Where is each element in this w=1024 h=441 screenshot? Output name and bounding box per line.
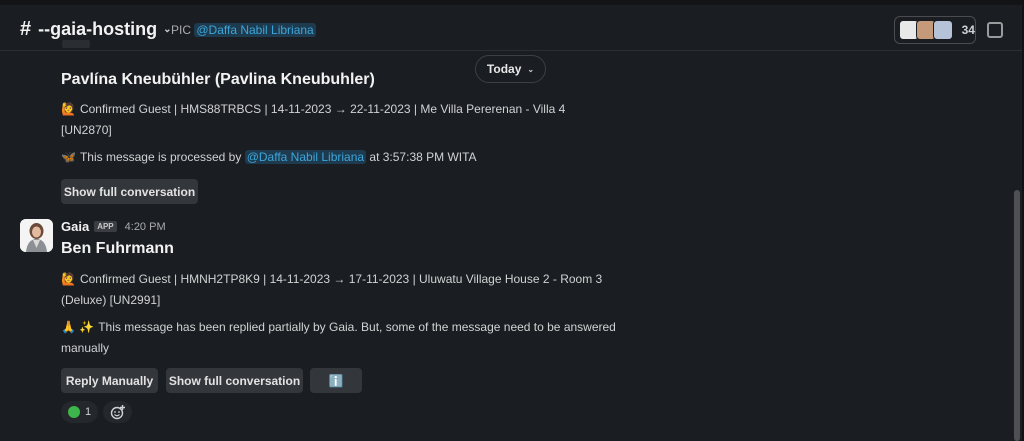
hash-icon: #: [20, 18, 32, 40]
message-title: Pavlína Kneubühler (Pavlina Kneubuhler): [61, 71, 375, 88]
processed-status: 🦋 This message is processed by @Daffa Nab…: [61, 147, 621, 168]
topic-label: PIC: [171, 23, 192, 37]
gaia-avatar-image: [20, 219, 53, 252]
message-sender-row: Gaia APP 4:20 PM: [61, 219, 166, 234]
scrollbar[interactable]: [1014, 190, 1020, 441]
canvas-icon[interactable]: [987, 22, 1003, 38]
channel-topic: PIC @Daffa Nabil Libriana: [171, 23, 316, 37]
raising-hand-icon: 🙋: [61, 102, 76, 116]
green-circle-icon: [67, 406, 80, 418]
raising-hand-icon: 🙋: [61, 272, 76, 286]
booking-details: 🙋 Confirmed Guest | HMS88TRBCS | 14-11-20…: [61, 99, 621, 141]
show-full-conversation-button[interactable]: Show full conversation: [166, 368, 303, 393]
reaction-count: 1: [84, 406, 92, 418]
info-icon: ℹ️: [328, 373, 344, 388]
booking-unit: [UN2870]: [61, 123, 112, 137]
members-button[interactable]: 34: [894, 16, 976, 44]
avatar[interactable]: [20, 219, 53, 252]
show-full-conversation-button[interactable]: Show full conversation: [61, 179, 198, 204]
member-count: 34: [961, 23, 975, 37]
praying-sparkles-icon: 🙏 ✨: [61, 320, 95, 334]
booking-details: 🙋 Confirmed Guest | HMNH2TP8K9 | 14-11-20…: [61, 269, 621, 311]
note-line-2: manually: [61, 341, 110, 355]
add-emoji-icon: [110, 405, 125, 420]
channel-header: # --gaia-hosting ⌄ PIC @Daffa Nabil Libr…: [0, 5, 1022, 51]
note-line: This message has been replied partially …: [98, 320, 616, 334]
app-badge: APP: [94, 221, 117, 232]
message-title: Ben Fuhrmann: [61, 240, 174, 257]
status-mention-link[interactable]: @Daffa Nabil Libriana: [244, 150, 367, 164]
reply-status-note: 🙏 ✨ This message has been replied partial…: [61, 317, 621, 359]
booking-line: Confirmed Guest | HMNH2TP8K9 | 14-11-202…: [79, 272, 603, 286]
add-reaction-button[interactable]: [103, 401, 132, 423]
member-avatar: [932, 20, 953, 40]
channel-name: --gaia-hosting: [38, 19, 158, 39]
channel-name-button[interactable]: # --gaia-hosting ⌄: [20, 18, 172, 41]
info-button[interactable]: ℹ️: [310, 368, 362, 393]
date-label: Today: [486, 62, 522, 76]
date-divider-button[interactable]: Today ⌄: [475, 55, 546, 83]
sender-name[interactable]: Gaia: [61, 219, 89, 234]
chevron-down-icon: ⌄: [527, 64, 535, 74]
status-suffix: at 3:57:38 PM WITA: [369, 150, 477, 164]
reply-manually-button[interactable]: Reply Manually: [61, 368, 158, 393]
status-prefix: This message is processed by: [79, 150, 242, 164]
message-timestamp[interactable]: 4:20 PM: [125, 221, 166, 233]
reaction-green-circle[interactable]: 1: [61, 401, 98, 423]
butterfly-icon: 🦋: [61, 150, 76, 164]
previous-reactions-partial: [62, 40, 124, 48]
booking-line: Confirmed Guest | HMS88TRBCS | 14-11-202…: [79, 102, 566, 116]
booking-unit: (Deluxe) [UN2991]: [61, 293, 161, 307]
topic-mention-link[interactable]: @Daffa Nabil Libriana: [194, 23, 316, 37]
